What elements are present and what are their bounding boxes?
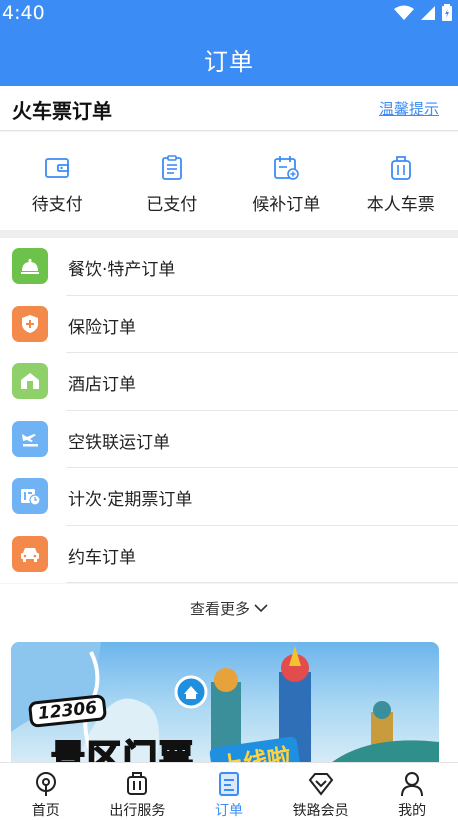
banner-area: 12306 景区门票 上线啦 [0,632,458,782]
order-label: 计次·定期票订单 [68,490,193,510]
order-doc-icon [218,772,239,796]
order-item-hotel[interactable]: 酒店订单 [0,353,458,411]
suitcase-icon [127,772,148,795]
status-label: 已支付 [146,195,198,215]
receipt-icon [161,155,182,180]
status-label: 待支付 [31,195,83,215]
order-label: 空铁联运订单 [68,432,170,453]
status-label: 本人车票 [366,195,435,215]
order-status-row: 待支付 已支付 候补订单 本人车票 [0,132,458,230]
status-my-tickets[interactable]: 本人车票 [344,132,458,230]
tab-orders[interactable]: 订单 [183,763,275,820]
status-waitlist[interactable]: 候补订单 [229,132,344,230]
tab-my[interactable]: 我的 [366,763,458,820]
wifi-icon [394,5,414,20]
order-label: 餐饮·特产订单 [68,260,176,280]
other-orders-list: 餐饮·特产订单 保险订单 酒店订单 空铁联运订单 计次·定期票订单 约车订单 [0,238,458,583]
luggage-icon [390,156,411,180]
status-icons [394,4,452,21]
tab-label: 出行服务 [109,803,166,819]
order-item-air-rail[interactable]: 空铁联运订单 [0,411,458,468]
order-label: 酒店订单 [68,375,136,395]
dining-bell-icon [12,248,48,284]
order-label: 约车订单 [68,547,136,568]
diamond-icon [308,773,333,796]
home-train-icon [35,772,56,796]
signal-icon [421,5,435,20]
tab-railway-member[interactable]: 铁路会员 [275,763,367,820]
shield-plus-icon [12,305,48,342]
divider [66,582,458,583]
hotel-icon [12,363,48,399]
tab-home[interactable]: 首页 [0,763,92,820]
tab-travel-services[interactable]: 出行服务 [92,763,184,820]
order-item-period-ticket[interactable]: 计次·定期票订单 [0,468,458,526]
tab-label: 首页 [31,803,60,819]
chevron-down-icon [254,604,268,613]
wallet-icon [45,158,70,178]
order-item-insurance[interactable]: 保险订单 [0,296,458,353]
status-pending-payment[interactable]: 待支付 [0,132,115,230]
section-gap [0,230,458,238]
top-bar: 4:40 订单 [0,0,458,86]
bottom-tab-bar: 首页 出行服务 订单 铁路会员 我的 [0,762,458,820]
tab-label: 铁路会员 [292,803,349,819]
calendar-add-icon [274,156,300,180]
order-item-ride[interactable]: 约车订单 [0,526,458,583]
order-label: 保险订单 [68,317,136,338]
user-icon [401,772,424,797]
section-title: 火车票订单 [12,99,112,123]
status-label: 候补订单 [252,195,321,215]
plane-train-icon [12,420,48,457]
view-more-button[interactable]: 查看更多 [0,584,458,632]
promo-banner[interactable]: 12306 景区门票 上线啦 [11,642,439,782]
status-paid[interactable]: 已支付 [115,132,230,230]
ticket-clock-icon [12,478,48,514]
order-item-dining[interactable]: 餐饮·特产订单 [0,238,458,296]
car-icon [12,535,48,572]
tab-label: 订单 [214,803,243,819]
tab-label: 我的 [398,803,427,819]
view-more-label: 查看更多 [189,599,250,618]
page-title: 订单 [204,48,254,76]
train-orders-header: 火车票订单 温馨提示 [0,86,458,131]
tips-link[interactable]: 温馨提示 [379,98,439,119]
status-time: 4:40 [2,2,45,24]
battery-icon [442,4,452,21]
